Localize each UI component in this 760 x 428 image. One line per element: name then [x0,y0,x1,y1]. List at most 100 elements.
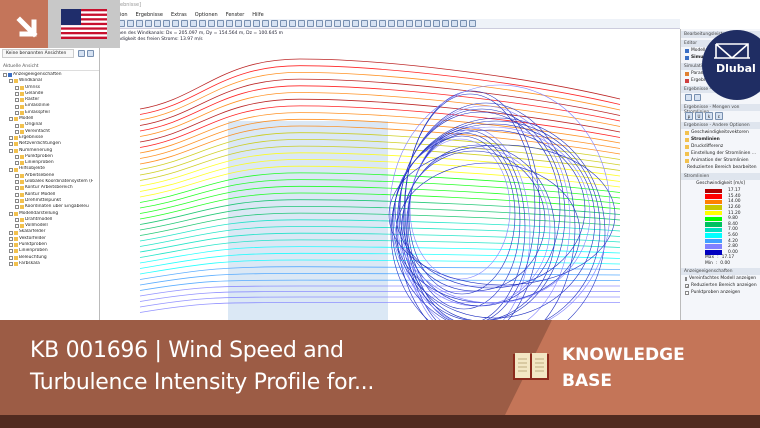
toolbar-button[interactable] [460,20,467,27]
tree-checkbox[interactable] [9,243,13,248]
tree-checkbox[interactable] [15,155,19,159]
tree-checkbox[interactable] [15,161,19,166]
tree-checkbox[interactable] [3,73,7,78]
display-option[interactable]: ✓ Reduzierten Bereich anzeigen [681,282,760,289]
toolbar-button[interactable] [406,20,413,27]
model-viewport[interactable]: nen des Windkanals: Dx = 205.097 m, Dy =… [100,29,680,320]
toolbar-button[interactable] [253,20,260,27]
tree-checkbox[interactable] [15,110,19,115]
toolbar-button[interactable] [217,20,224,27]
tree-checkbox[interactable] [9,236,13,241]
toolbar-button[interactable] [145,20,152,27]
tree-checkbox[interactable] [9,148,13,153]
display-checkbox[interactable]: ✓ [685,283,689,288]
tree-checkbox[interactable] [15,92,19,97]
toolbar-button[interactable] [172,20,179,27]
surface-cp-button[interactable] [694,94,701,101]
toolbar-button[interactable] [388,20,395,27]
tree-checkbox[interactable] [15,129,19,134]
tree-checkbox[interactable] [9,262,13,267]
tree-checkbox[interactable] [9,167,13,172]
toolbar-button[interactable] [154,20,161,27]
tree-checkbox[interactable] [15,180,19,185]
toolbar-button[interactable] [352,20,359,27]
tree-checkbox[interactable] [15,123,19,128]
toolbar-button[interactable] [235,20,242,27]
toolbar-button[interactable] [163,20,170,27]
views-select[interactable]: Keine benannten Ansichten [2,49,74,58]
toolbar-button[interactable] [424,20,431,27]
tree-checkbox[interactable] [9,142,13,147]
save-view-icon[interactable] [78,50,85,57]
other-option[interactable]: Geschwindigkeitsvektoren [681,129,760,136]
other-option[interactable]: Reduzierten Bereich bearbeiten [681,164,760,171]
other-option[interactable]: Animation der Stromlinien [681,157,760,164]
article-title[interactable]: KB 001696 | Wind Speed and Turbulence In… [30,335,374,399]
menu-item[interactable]: Ergebnisse [136,12,163,18]
toolbar-button[interactable] [469,20,476,27]
toolbar-button[interactable] [199,20,206,27]
tree-checkbox[interactable] [15,192,19,197]
toolbar-button[interactable] [415,20,422,27]
tree-checkbox[interactable] [15,205,19,210]
tree-checkbox[interactable] [9,79,13,84]
window-title: ebnisse] [100,0,760,10]
toolbar-button[interactable] [361,20,368,27]
toolbar-button[interactable] [289,20,296,27]
tree-checkbox[interactable] [15,186,19,191]
tree-checkbox[interactable] [15,173,19,178]
toolbar-button[interactable] [397,20,404,27]
toolbar-button[interactable] [244,20,251,27]
other-option[interactable]: Stromlinien [681,136,760,143]
view-settings-icon[interactable] [87,50,94,57]
display-option[interactable]: Vereinfachtes Modell anzeigen [681,275,760,282]
tree-checkbox[interactable] [9,136,13,141]
tree-checkbox[interactable] [15,98,19,103]
toolbar-button[interactable] [280,20,287,27]
display-checkbox[interactable] [685,276,687,281]
toolbar-button[interactable] [127,20,134,27]
toolbar-button[interactable] [208,20,215,27]
menu-item[interactable]: Optionen [195,12,218,18]
menu-item[interactable]: Hilfe [252,12,263,18]
toolbar-button[interactable] [271,20,278,27]
toolbar-button[interactable] [451,20,458,27]
display-option[interactable]: Punktproben anzeigen [681,289,760,296]
toolbar-button[interactable] [325,20,332,27]
streamline-quantity-button[interactable]: p [685,111,693,120]
tree-checkbox[interactable] [15,199,19,204]
toolbar-button[interactable] [136,20,143,27]
toolbar-button[interactable] [298,20,305,27]
tree-checkbox[interactable] [9,230,13,235]
tree-checkbox[interactable] [9,117,13,122]
tree-checkbox[interactable] [15,104,19,109]
other-option[interactable]: Einstellung der Stromlinien ... [681,150,760,157]
tree-checkbox[interactable] [9,211,13,216]
toolbar-button[interactable] [190,20,197,27]
tree-checkbox[interactable] [15,224,19,229]
tree-checkbox[interactable] [15,217,19,222]
toolbar-button[interactable] [379,20,386,27]
streamline-quantity-button[interactable]: k [705,111,713,120]
toolbar-button[interactable] [262,20,269,27]
surface-p-button[interactable] [685,94,692,101]
toolbar-button[interactable] [181,20,188,27]
toolbar-button[interactable] [442,20,449,27]
display-checkbox[interactable] [685,290,689,295]
toolbar-button[interactable] [316,20,323,27]
tree-checkbox[interactable] [15,85,19,90]
toolbar-button[interactable] [334,20,341,27]
menu-item[interactable]: Fenster [226,12,245,18]
toolbar-button[interactable] [343,20,350,27]
tree-checkbox[interactable] [9,255,13,260]
toolbar-button[interactable] [307,20,314,27]
toolbar-button[interactable] [226,20,233,27]
other-option[interactable]: Druckdifferenz [681,143,760,150]
tree-item[interactable]: Farbskala [3,261,96,267]
streamline-quantity-button[interactable]: U [695,111,703,120]
tree-checkbox[interactable] [9,249,13,254]
toolbar-button[interactable] [433,20,440,27]
streamline-quantity-button[interactable]: ε [715,111,723,120]
menu-item[interactable]: Extras [171,12,187,18]
toolbar-button[interactable] [370,20,377,27]
